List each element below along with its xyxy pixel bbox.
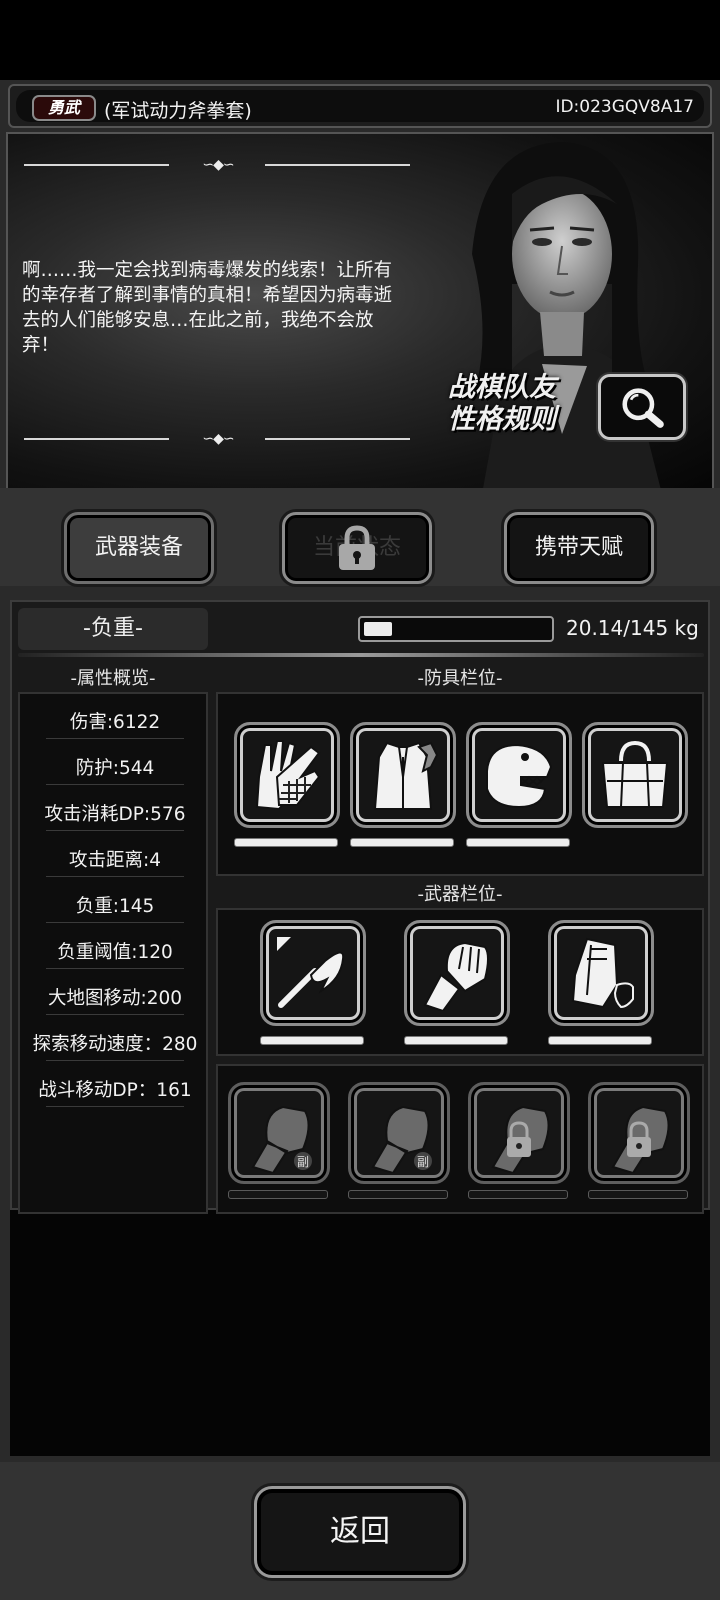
tab-carried-talents[interactable]: 携带天赋 — [504, 512, 654, 584]
rules-line-2: 性格规则 — [448, 404, 556, 435]
top-ornament-divider: ∽◆∽ — [24, 156, 410, 174]
duffel-bag-icon — [601, 740, 669, 808]
tab-current-status[interactable]: 当前状态 — [282, 512, 432, 584]
attr-map-movement: 大地图移动:200 — [47, 988, 183, 1009]
fur-jacket-icon — [373, 741, 439, 810]
rules-search-button[interactable] — [598, 374, 686, 440]
svg-text:副: 副 — [297, 1155, 309, 1169]
bottom-ornament-divider: ∽◆∽ — [24, 430, 410, 448]
armor-slot-jacket[interactable] — [350, 722, 456, 828]
armor-heading: -防具栏位- — [417, 668, 503, 689]
armor-slot-2-durability — [350, 838, 454, 847]
attr-attack-range: 攻击距离:4 — [68, 850, 161, 871]
back-button[interactable]: 返回 — [254, 1486, 466, 1578]
weight-title: -负重- — [18, 608, 208, 650]
section-divider — [18, 653, 704, 657]
secondary-slot-2[interactable]: 副 — [348, 1082, 450, 1184]
rarity-badge: 勇武 — [32, 95, 96, 121]
attr-attack-dp-cost: 攻击消耗DP:576 — [44, 804, 186, 825]
attr-protection: 防护:544 — [75, 758, 155, 779]
armor-plate-icon — [571, 937, 634, 1009]
fist-icon: 副 — [371, 1105, 432, 1173]
weapon-header: 勇武 (军试动力斧拳套) ID:023GQV8A17 — [8, 84, 712, 128]
power-fist-icon — [423, 941, 489, 1011]
armor-slot-3-durability — [466, 838, 570, 847]
rules-line-1: 战棋队友 — [448, 372, 556, 403]
weapon-slot-1-durability — [260, 1036, 364, 1045]
weapon-slot-3-durability — [548, 1036, 652, 1045]
magnifier-icon — [622, 388, 664, 428]
weight-value: 20.14/145 kg — [566, 616, 699, 640]
locked-fist-icon — [491, 1105, 550, 1173]
curved-blade-icon — [277, 937, 345, 1008]
attributes-panel: 伤害:6122 防护:544 攻击消耗DP:576 攻击距离:4 负重:145 … — [18, 692, 208, 1214]
tab-weapon-equipment[interactable]: 武器装备 — [64, 512, 214, 584]
armor-slot-gloves[interactable] — [234, 722, 340, 828]
weapon-slot-armor-plate[interactable] — [548, 920, 654, 1026]
armor-slot-headgear[interactable] — [466, 722, 572, 828]
weapon-slot-power-fist[interactable] — [404, 920, 510, 1026]
attr-damage: 伤害:6122 — [69, 712, 161, 733]
secondary-slot-3-bar — [468, 1190, 568, 1199]
secondary-slot-4-locked[interactable] — [588, 1082, 690, 1184]
attr-load-threshold: 负重阈值:120 — [57, 942, 173, 963]
secondary-slot-3-locked[interactable] — [468, 1082, 570, 1184]
svg-text:副: 副 — [417, 1155, 429, 1169]
weapon-slot-2-durability — [404, 1036, 508, 1045]
chainmail-gloves-icon — [255, 740, 321, 811]
weapon-name: (军试动力斧拳套) — [104, 100, 252, 122]
fist-icon: 副 — [251, 1105, 312, 1173]
weight-progress-fill — [364, 622, 392, 636]
character-quote: 啊……我一定会找到病毒爆发的线索！让所有的幸存者了解到事情的真相！希望因为病毒逝… — [22, 260, 393, 356]
armor-slot-1-durability — [234, 838, 338, 847]
attr-explore-speed: 探索移动速度：280 — [32, 1034, 198, 1055]
lock-icon — [339, 525, 375, 570]
header-inner: 勇武 (军试动力斧拳套) ID:023GQV8A17 — [16, 90, 704, 122]
weapon-slot-blade[interactable] — [260, 920, 366, 1026]
secondary-slot-1-bar — [228, 1190, 328, 1199]
weight-progress-bar — [358, 616, 554, 642]
attributes-heading: -属性概览- — [70, 668, 156, 689]
status-bar-area — [0, 0, 720, 80]
attr-battle-move-dp: 战斗移动DP：161 — [38, 1080, 192, 1101]
attr-load: 负重:145 — [75, 896, 155, 917]
weapons-heading: -武器栏位- — [417, 884, 503, 905]
dinosaur-head-icon — [486, 743, 553, 809]
armor-slot-bag[interactable] — [582, 722, 688, 828]
teammate-rules-label: 战棋队友 性格规则 — [448, 372, 588, 436]
story-panel: ∽◆∽ 啊……我一定会找到病毒爆发的线索！让所有的幸存者了解到事情的真相！希望因… — [6, 132, 714, 494]
secondary-slot-4-bar — [588, 1190, 688, 1199]
secondary-slot-1[interactable]: 副 — [228, 1082, 330, 1184]
secondary-slot-2-bar — [348, 1190, 448, 1199]
locked-fist-icon — [611, 1105, 670, 1173]
player-id: ID:023GQV8A17 — [555, 97, 694, 117]
